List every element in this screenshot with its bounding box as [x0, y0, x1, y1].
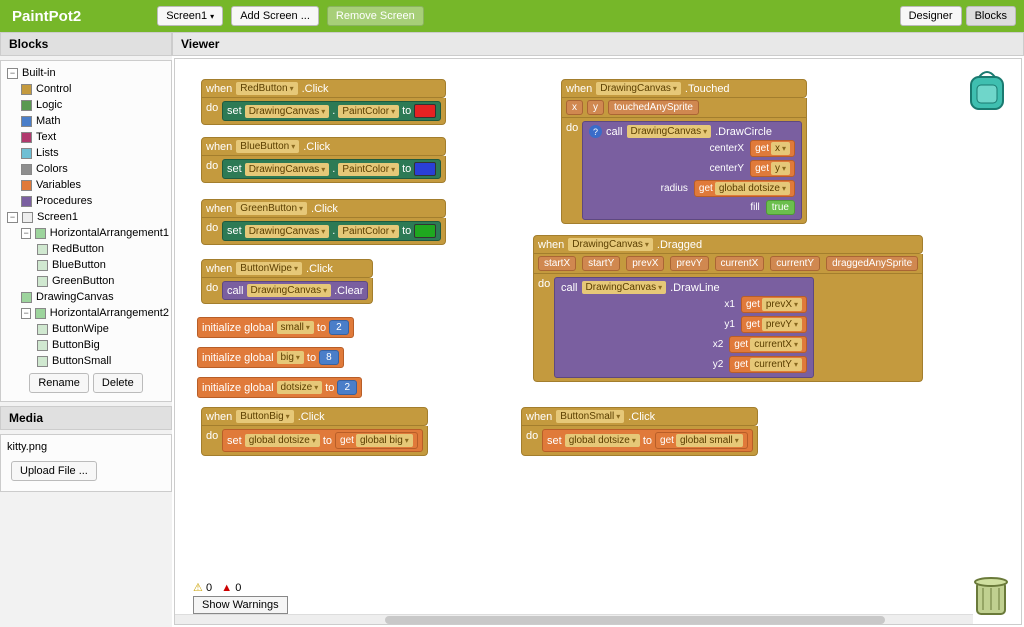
component-icon: [37, 356, 48, 367]
category-logic[interactable]: Logic: [36, 99, 62, 111]
comp-screen1[interactable]: Screen1: [37, 211, 78, 223]
block-small-click[interactable]: whenButtonSmall.Click setglobal dotsizet…: [521, 407, 758, 456]
color-blue[interactable]: [414, 162, 436, 176]
block-red-click[interactable]: whenRedButton.Click setDrawingCanvas.Pai…: [201, 79, 446, 125]
component-icon: [37, 260, 48, 271]
comp-blue[interactable]: BlueButton: [52, 259, 106, 271]
collapse-icon[interactable]: −: [7, 68, 18, 79]
comp-bw[interactable]: ButtonWipe: [52, 323, 109, 335]
category-lists[interactable]: Lists: [36, 147, 59, 159]
category-icon: [21, 100, 32, 111]
category-icon: [21, 148, 32, 159]
screen-dropdown[interactable]: Screen1: [157, 6, 223, 26]
comp-red[interactable]: RedButton: [52, 243, 104, 255]
comp-bb[interactable]: ButtonBig: [52, 339, 100, 351]
blocks-tree: −Built-in Control Logic Math Text Lists …: [0, 60, 172, 402]
component-icon: [35, 228, 45, 239]
color-green[interactable]: [414, 224, 436, 238]
comp-h1[interactable]: HorizontalArrangement1: [50, 227, 169, 239]
upload-file-button[interactable]: Upload File ...: [11, 461, 97, 481]
category-icon: [21, 84, 32, 95]
blocks-canvas[interactable]: whenRedButton.Click setDrawingCanvas.Pai…: [174, 58, 1022, 625]
block-touched[interactable]: whenDrawingCanvas.Touched xytouchedAnySp…: [561, 79, 807, 224]
comp-canvas[interactable]: DrawingCanvas: [36, 291, 114, 303]
block-init-dotsize[interactable]: initialize globaldotsizeto2: [197, 377, 362, 398]
category-math[interactable]: Math: [36, 115, 60, 127]
category-icon: [21, 196, 32, 207]
component-icon: [37, 340, 48, 351]
blocks-panel-header: Blocks: [0, 32, 172, 56]
app-title: PaintPot2: [12, 8, 81, 25]
component-icon: [37, 324, 48, 335]
comp-h2[interactable]: HorizontalArrangement2: [50, 307, 169, 319]
rename-button[interactable]: Rename: [29, 373, 89, 393]
category-control[interactable]: Control: [36, 83, 71, 95]
component-icon: [37, 276, 48, 287]
help-icon[interactable]: ?: [589, 125, 602, 138]
component-icon: [22, 212, 33, 223]
builtin-label[interactable]: Built-in: [22, 67, 56, 79]
component-icon: [21, 292, 32, 303]
category-procedures[interactable]: Procedures: [36, 195, 92, 207]
show-warnings-button[interactable]: Show Warnings: [193, 596, 288, 614]
block-big-click[interactable]: whenButtonBig.Click setglobal dotsizetog…: [201, 407, 428, 456]
collapse-icon[interactable]: −: [21, 228, 31, 239]
category-icon: [21, 180, 32, 191]
trash-icon[interactable]: [971, 570, 1011, 618]
designer-button[interactable]: Designer: [900, 6, 962, 26]
block-green-click[interactable]: whenGreenButton.Click setDrawingCanvas.P…: [201, 199, 446, 245]
media-panel-header: Media: [0, 406, 172, 430]
collapse-icon[interactable]: −: [7, 212, 18, 223]
scrollbar-thumb[interactable]: [385, 616, 885, 624]
category-colors[interactable]: Colors: [36, 163, 68, 175]
blocks-button[interactable]: Blocks: [966, 6, 1016, 26]
delete-button[interactable]: Delete: [93, 373, 143, 393]
category-icon: [21, 132, 32, 143]
block-init-big[interactable]: initialize globalbigto8: [197, 347, 344, 368]
comp-green[interactable]: GreenButton: [52, 275, 114, 287]
block-blue-click[interactable]: whenBlueButton.Click setDrawingCanvas.Pa…: [201, 137, 446, 183]
warnings-area: ⚠ 0 ▲ 0 Show Warnings: [193, 581, 288, 614]
viewer-header: Viewer: [172, 32, 1024, 56]
category-icon: [21, 116, 32, 127]
category-text[interactable]: Text: [36, 131, 56, 143]
component-icon: [35, 308, 45, 319]
block-dragged[interactable]: whenDrawingCanvas.Dragged startXstartY p…: [533, 235, 923, 382]
comp-bs[interactable]: ButtonSmall: [52, 355, 111, 367]
block-wipe-click[interactable]: whenButtonWipe.Click callDrawingCanvas.C…: [201, 259, 373, 304]
backpack-icon[interactable]: [963, 65, 1011, 113]
category-icon: [21, 164, 32, 175]
block-init-small[interactable]: initialize globalsmallto2: [197, 317, 354, 338]
add-screen-button[interactable]: Add Screen ...: [231, 6, 319, 26]
horizontal-scrollbar[interactable]: [175, 614, 973, 624]
remove-screen-button[interactable]: Remove Screen: [327, 6, 424, 26]
collapse-icon[interactable]: −: [21, 308, 31, 319]
category-variables[interactable]: Variables: [36, 179, 81, 191]
color-red[interactable]: [414, 104, 436, 118]
media-file[interactable]: kitty.png: [7, 441, 165, 453]
component-icon: [37, 244, 48, 255]
